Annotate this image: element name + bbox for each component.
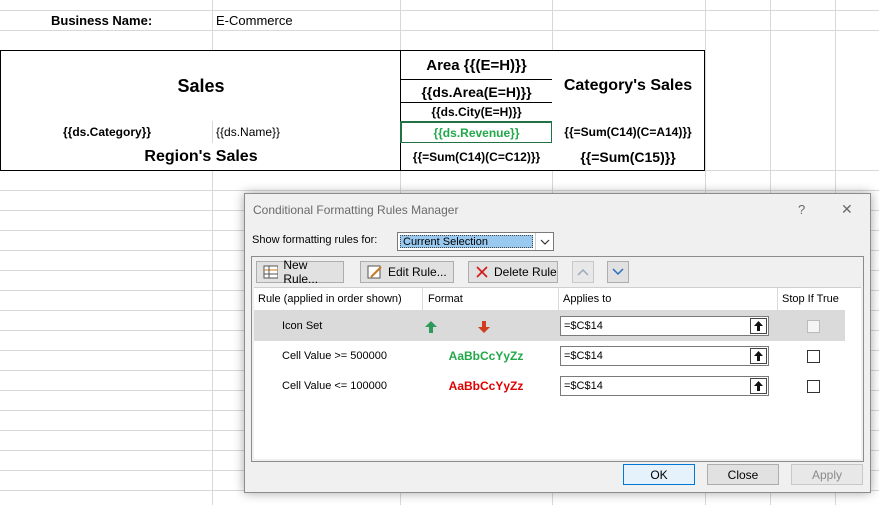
applies-to-field[interactable]: =$C$14 xyxy=(560,376,769,396)
format-preview-red: AaBbCcYyZz xyxy=(448,379,524,393)
applies-to-value: =$C$14 xyxy=(564,350,603,362)
ds-revenue-cell-selected[interactable]: {{ds.Revenue}} xyxy=(400,121,553,144)
format-preview-green: AaBbCcYyZz xyxy=(448,349,524,363)
rule-label: Icon Set xyxy=(282,320,323,332)
show-rules-label: Show formatting rules for: xyxy=(252,234,378,246)
ds-name-cell[interactable]: {{ds.Name}} xyxy=(212,121,401,144)
col-header-stop-if-true: Stop If True xyxy=(782,293,839,305)
delete-icon xyxy=(476,266,488,278)
dialog-title: Conditional Formatting Rules Manager xyxy=(253,203,459,217)
close-icon[interactable]: ✕ xyxy=(841,201,853,218)
sum-c14-c12-cell[interactable]: {{=Sum(C14)(C=C12)}} xyxy=(400,143,553,171)
rules-panel: New Rule... Edit Rule... Delete Rule Rul… xyxy=(251,256,864,462)
collapse-dialog-icon[interactable] xyxy=(750,348,767,364)
chevron-down-icon[interactable] xyxy=(535,233,553,250)
rule-label: Cell Value >= 500000 xyxy=(282,350,387,362)
show-rules-selected-value: Current Selection xyxy=(400,235,533,248)
applies-to-value: =$C$14 xyxy=(564,320,603,332)
delete-rule-label: Delete Rule xyxy=(494,265,557,279)
col-divider xyxy=(558,288,559,310)
applies-to-value: =$C$14 xyxy=(564,380,603,392)
conditional-formatting-dialog: Conditional Formatting Rules Manager ? ✕… xyxy=(244,193,871,493)
show-rules-dropdown[interactable]: Current Selection xyxy=(397,232,554,251)
sales-header-cell[interactable]: Sales xyxy=(0,50,401,122)
delete-rule-button[interactable]: Delete Rule xyxy=(468,261,558,283)
collapse-dialog-icon[interactable] xyxy=(750,318,767,334)
red-down-arrow-icon xyxy=(478,320,490,338)
area-header-cell[interactable]: Area {{(E=H)}} xyxy=(400,50,553,80)
applies-to-field[interactable]: =$C$14 xyxy=(560,316,769,336)
col-header-format: Format xyxy=(428,293,463,305)
move-up-button[interactable] xyxy=(572,261,594,283)
rule-row-cell-value-lte[interactable]: Cell Value <= 100000 AaBbCcYyZz =$C$14 xyxy=(254,371,845,401)
new-rule-button[interactable]: New Rule... xyxy=(256,258,344,286)
col-divider xyxy=(422,288,423,310)
ds-category-cell[interactable]: {{ds.Category}} xyxy=(0,121,213,144)
col-header-rule: Rule (applied in order shown) xyxy=(258,293,402,305)
sum-c15-cell[interactable]: {{=Sum(C15)}} xyxy=(552,143,705,171)
business-name-label-cell[interactable]: Business Name: xyxy=(0,11,212,30)
ds-city-cell[interactable]: {{ds.City(E=H)}} xyxy=(400,102,553,122)
arrow-down-icon xyxy=(612,268,624,276)
new-rule-label: New Rule... xyxy=(283,258,319,286)
business-name-value-cell[interactable]: E-Commerce xyxy=(213,11,400,30)
rule-row-icon-set[interactable]: Icon Set =$C$14 xyxy=(254,311,845,341)
new-rule-icon xyxy=(263,265,279,279)
sum-c14-a14-cell[interactable]: {{=Sum(C14)(C=A14)}} xyxy=(552,121,705,144)
grid-line xyxy=(0,190,879,191)
rule-row-cell-value-gte[interactable]: Cell Value >= 500000 AaBbCcYyZz =$C$14 xyxy=(254,341,845,371)
edit-rule-icon xyxy=(367,265,382,279)
collapse-dialog-icon[interactable] xyxy=(750,378,767,394)
rule-label: Cell Value <= 100000 xyxy=(282,380,387,392)
grid-line xyxy=(0,30,879,31)
stop-if-true-checkbox[interactable] xyxy=(807,350,820,363)
regions-sales-cell[interactable]: Region's Sales xyxy=(0,143,401,171)
col-divider xyxy=(777,288,778,310)
stop-if-true-checkbox[interactable] xyxy=(807,320,820,333)
green-up-arrow-icon xyxy=(425,320,437,338)
ds-area-cell[interactable]: {{ds.Area(E=H)}} xyxy=(400,79,553,103)
category-sales-header-cell[interactable]: Category's Sales xyxy=(552,50,705,122)
col-header-applies-to: Applies to xyxy=(563,293,612,305)
arrow-up-icon xyxy=(577,268,589,276)
help-icon[interactable]: ? xyxy=(798,202,805,217)
move-down-button[interactable] xyxy=(607,261,629,283)
ok-button[interactable]: OK xyxy=(623,464,695,485)
apply-button[interactable]: Apply xyxy=(791,464,863,485)
edit-rule-button[interactable]: Edit Rule... xyxy=(360,261,454,283)
applies-to-field[interactable]: =$C$14 xyxy=(560,346,769,366)
edit-rule-label: Edit Rule... xyxy=(388,265,447,279)
close-button[interactable]: Close xyxy=(707,464,779,485)
rules-list: Rule (applied in order shown) Format App… xyxy=(254,287,861,459)
stop-if-true-checkbox[interactable] xyxy=(807,380,820,393)
